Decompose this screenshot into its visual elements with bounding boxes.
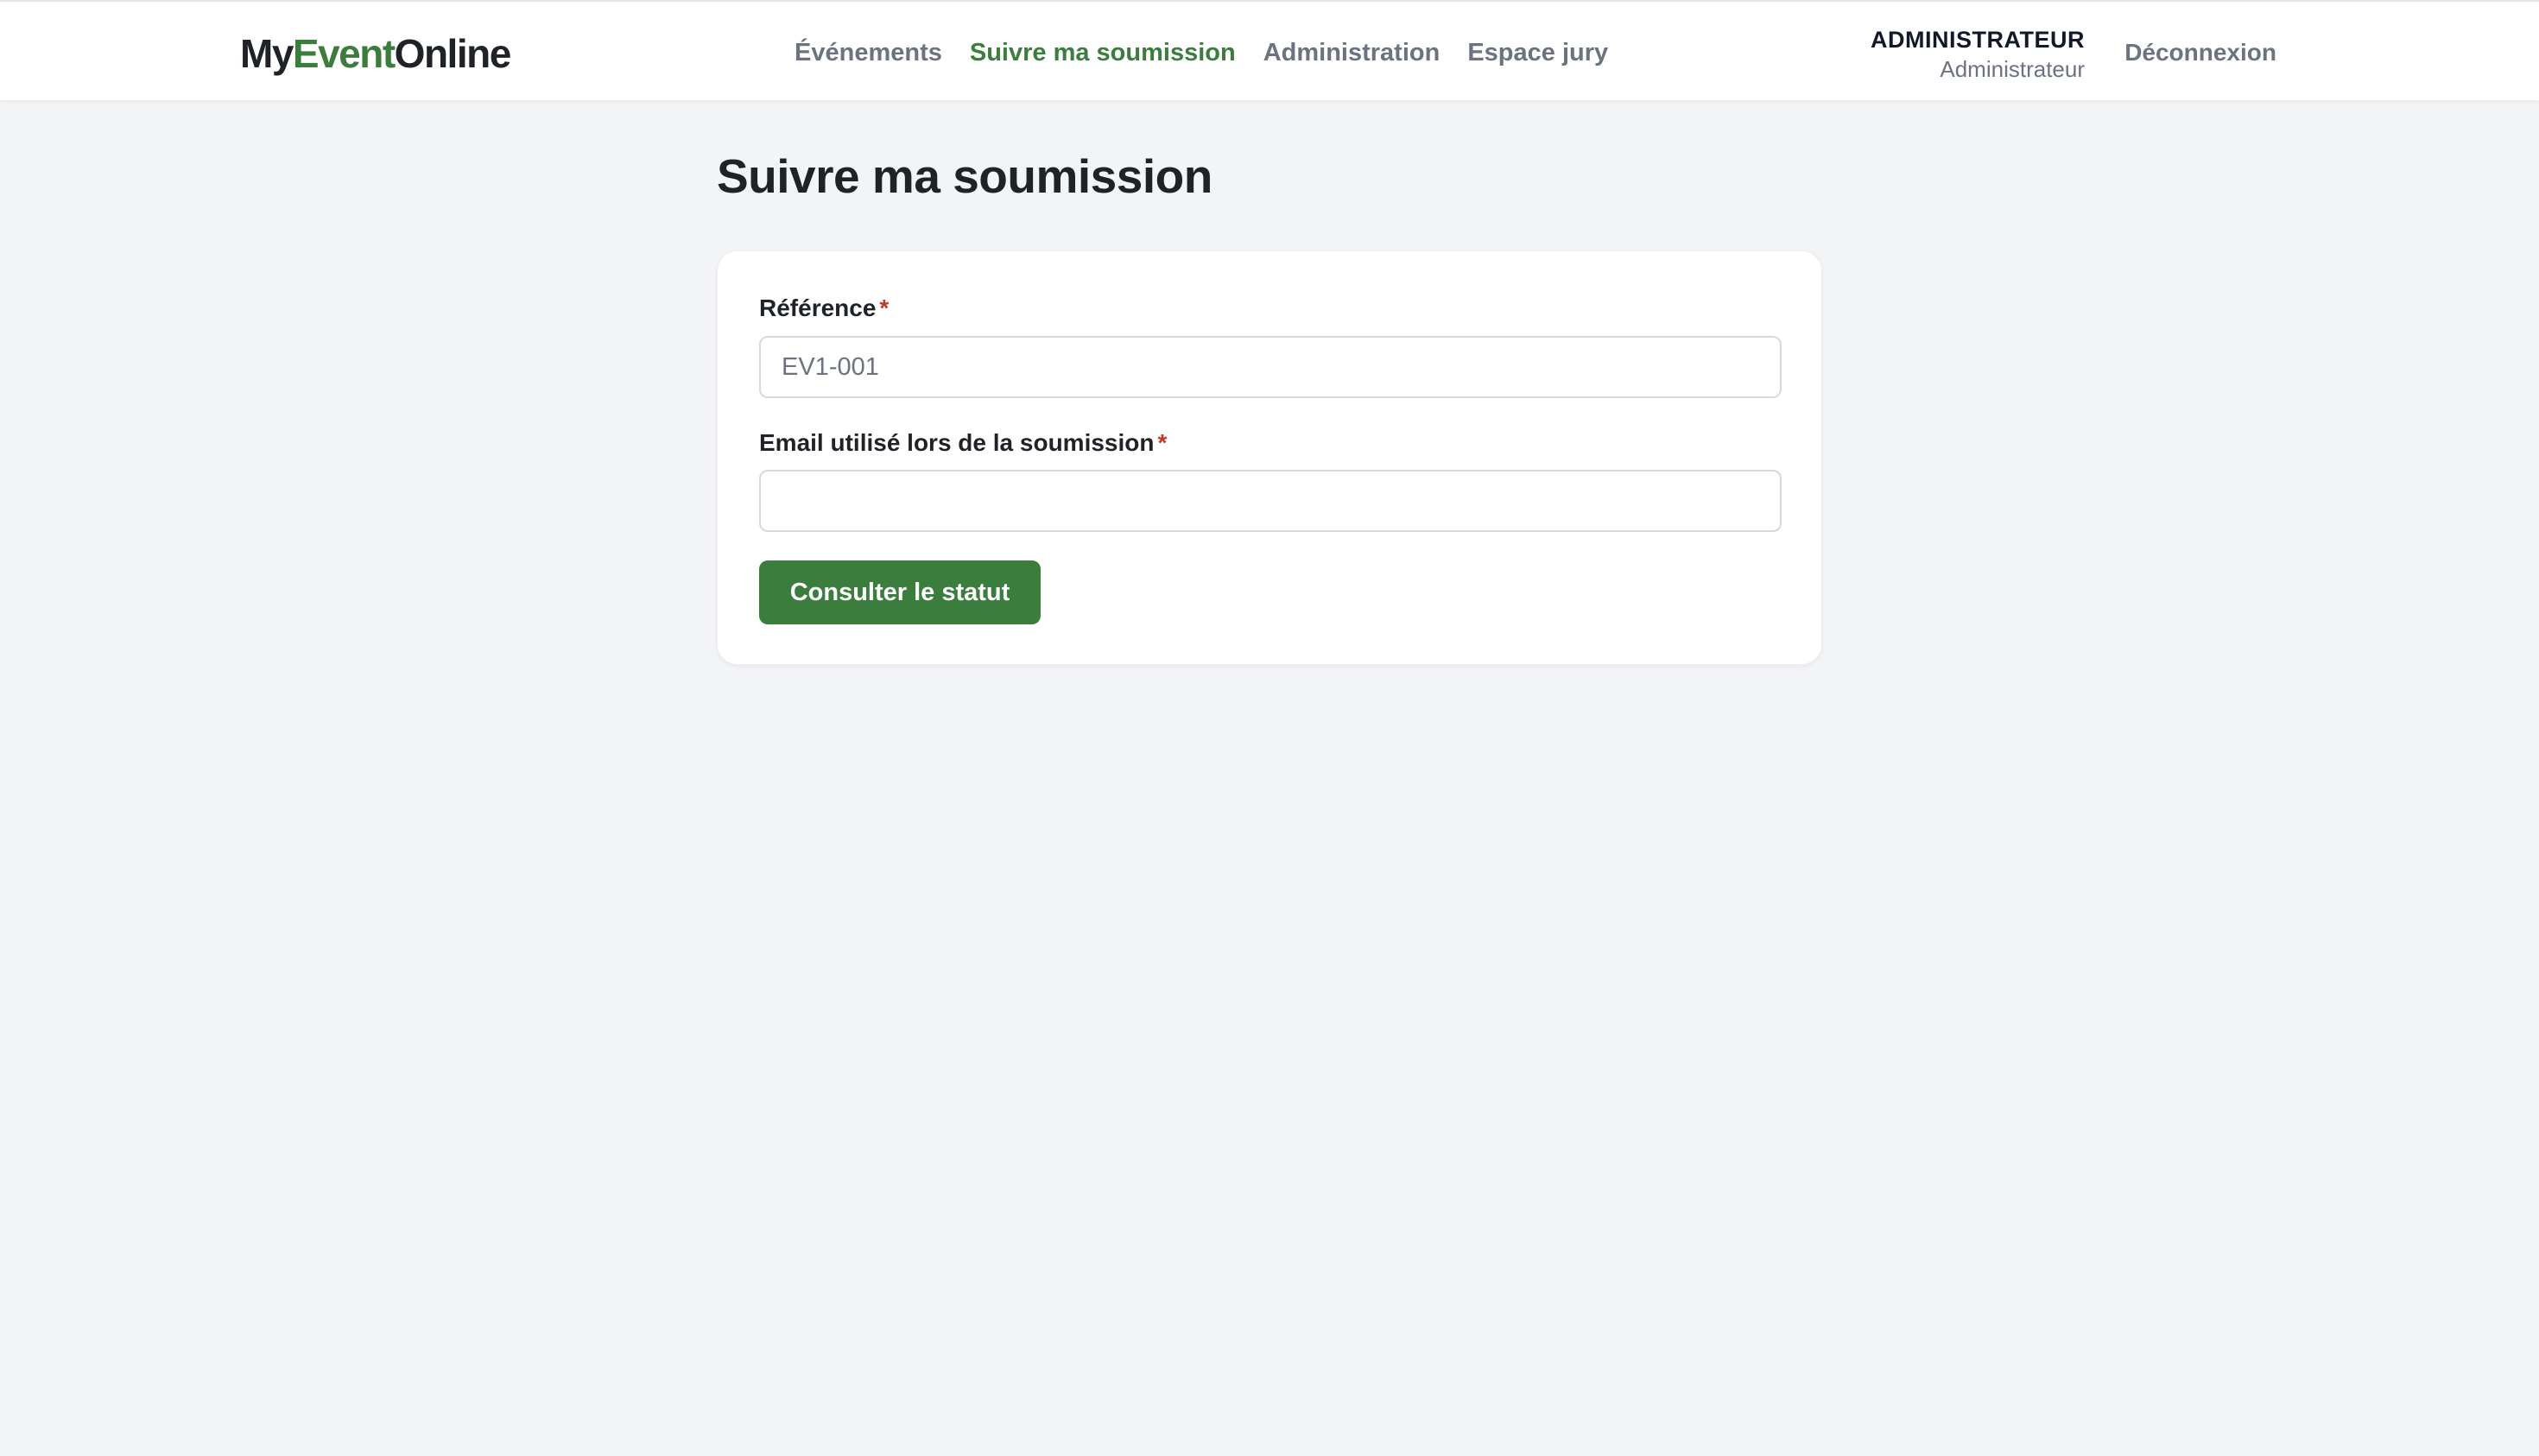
user-role: Administrateur (1940, 56, 2085, 82)
email-input[interactable] (759, 470, 1782, 532)
user-name: ADMINISTRATEUR (1871, 27, 2085, 53)
page-title: Suivre ma soumission (717, 149, 1213, 203)
reference-required-mark: * (879, 294, 890, 321)
nav-item-evenements[interactable]: Événements (795, 35, 942, 71)
reference-label-text: Référence (759, 294, 877, 321)
logout-button[interactable]: Déconnexion (2124, 35, 2276, 71)
brand-logo[interactable]: MyEventOnline (240, 28, 512, 79)
nav-item-suivre-ma-soumission[interactable]: Suivre ma soumission (970, 35, 1236, 71)
email-required-mark: * (1157, 429, 1168, 456)
brand-part-my: My (240, 31, 294, 76)
track-submission-form: Référence* Email utilisé lors de la soum… (717, 250, 1822, 665)
brand-part-event: Event (292, 31, 396, 76)
email-label: Email utilisé lors de la soumission * (759, 427, 1167, 459)
page: MyEventOnline Événements Suivre ma soumi… (0, 0, 2539, 1456)
brand-part-online: Online (394, 31, 512, 76)
consulter-le-statut-button[interactable]: Consulter le statut (759, 560, 1041, 624)
user-info: ADMINISTRATEUR Administrateur (1871, 24, 2085, 83)
email-label-text: Email utilisé lors de la soumission (759, 429, 1155, 456)
reference-input[interactable] (759, 336, 1782, 398)
main-nav: Événements Suivre ma soumission Administ… (795, 35, 1608, 71)
top-navigation-bar: MyEventOnline Événements Suivre ma soumi… (0, 0, 2539, 100)
reference-label: Référence * (759, 293, 889, 324)
nav-item-espace-jury[interactable]: Espace jury (1467, 35, 1608, 71)
nav-item-administration[interactable]: Administration (1263, 35, 1440, 71)
